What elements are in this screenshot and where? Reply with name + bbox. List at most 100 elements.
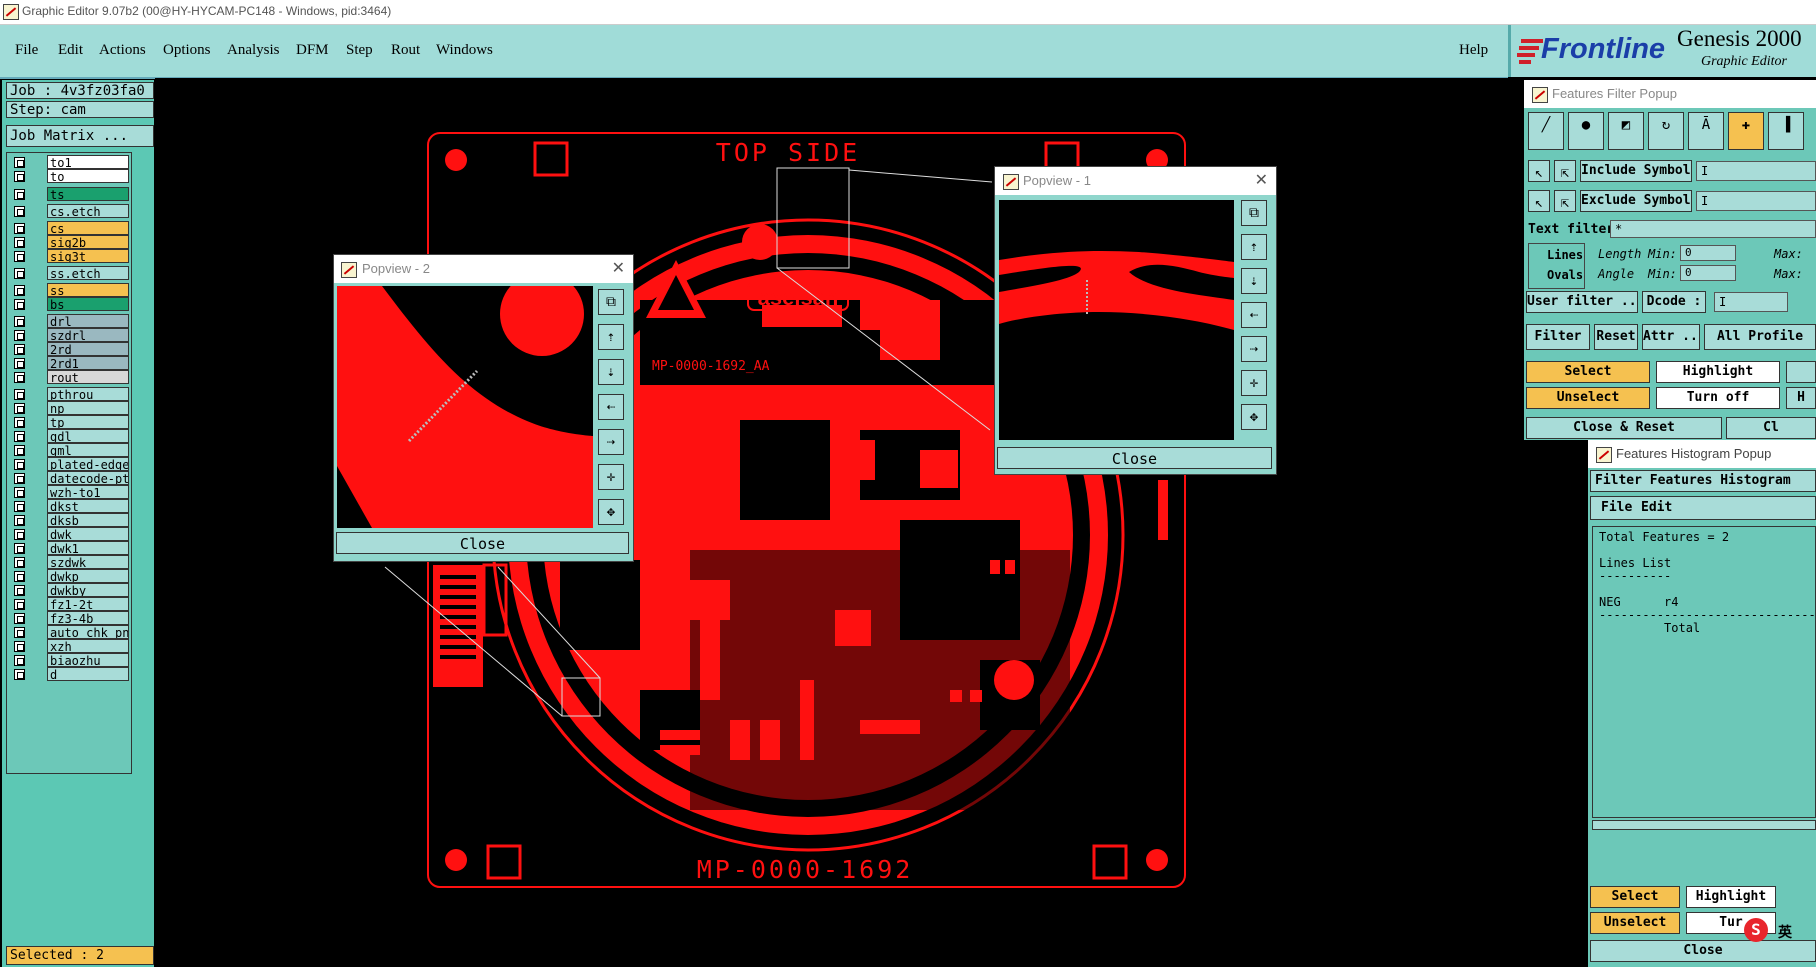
menu-edit[interactable]: Edit (58, 42, 83, 59)
layer-row[interactable]: cs.etch (9, 204, 129, 219)
zoom-out-icon[interactable]: ✥ (1241, 404, 1267, 430)
menu-file[interactable]: File (15, 42, 38, 59)
zoom-out-icon[interactable]: ✥ (598, 499, 624, 525)
zoom-fit-icon[interactable]: ⧉ (598, 289, 624, 315)
unselect-button[interactable]: Unselect (1526, 387, 1650, 409)
layer-name[interactable]: drl (47, 314, 129, 328)
layer-checkbox[interactable] (14, 557, 25, 568)
layer-checkbox[interactable] (14, 206, 25, 217)
layer-name[interactable]: dwk1 (47, 541, 129, 555)
turn-off-button[interactable]: Turn off (1656, 387, 1780, 409)
lines-checkbox-label[interactable]: Lines (1547, 248, 1583, 262)
histogram-menu-edit[interactable]: Edit (1641, 500, 1672, 515)
layer-name[interactable]: szdrl (47, 328, 129, 342)
layer-name[interactable]: rout (47, 370, 129, 384)
highlight-button[interactable]: Highlight (1656, 361, 1780, 383)
extra-tool-icon[interactable]: ▐ (1768, 112, 1804, 150)
surface-tool-icon[interactable]: ◩ (1608, 112, 1644, 150)
layer-checkbox[interactable] (14, 299, 25, 310)
layer-row[interactable]: to1 (9, 155, 129, 170)
zoom-in-icon[interactable]: ✛ (1241, 370, 1267, 396)
popview-2-canvas[interactable] (337, 286, 593, 528)
layer-checkbox[interactable] (14, 389, 25, 400)
pan-up-icon[interactable]: ⇡ (1241, 234, 1267, 260)
layer-row[interactable]: gml (9, 443, 129, 458)
layer-name[interactable]: biaozhu (47, 653, 129, 667)
layer-name[interactable]: fz3-4b (47, 611, 129, 625)
layer-checkbox[interactable] (14, 431, 25, 442)
layer-checkbox[interactable] (14, 223, 25, 234)
include-cursor-icon[interactable]: ⇱ (1554, 160, 1576, 182)
menu-dfm[interactable]: DFM (296, 42, 329, 59)
layer-checkbox[interactable] (14, 157, 25, 168)
layer-name[interactable]: datecode-pt (47, 471, 129, 485)
exclude-symbols-field[interactable]: I (1696, 191, 1816, 211)
layer-checkbox[interactable] (14, 445, 25, 456)
layer-row[interactable]: dwk (9, 527, 129, 542)
layer-row[interactable]: rout (9, 370, 129, 385)
menu-actions[interactable]: Actions (99, 42, 146, 59)
layer-checkbox[interactable] (14, 599, 25, 610)
layer-row[interactable]: fz3-4b (9, 611, 129, 626)
layer-name[interactable]: dkst (47, 499, 129, 513)
layer-checkbox[interactable] (14, 251, 25, 262)
layer-name[interactable]: szdwk (47, 555, 129, 569)
histogram-menu-file[interactable]: File (1601, 500, 1632, 515)
layer-name[interactable]: plated-edge (47, 457, 129, 471)
close-reset-button[interactable]: Close & Reset (1526, 417, 1722, 439)
length-label[interactable]: Length (1598, 247, 1641, 261)
layer-row[interactable]: 2rd (9, 342, 129, 357)
layer-checkbox[interactable] (14, 655, 25, 666)
layer-row[interactable]: dkst (9, 499, 129, 514)
layer-row[interactable]: biaozhu (9, 653, 129, 668)
layer-checkbox[interactable] (14, 473, 25, 484)
arc-tool-icon[interactable]: ↻ (1648, 112, 1684, 150)
layer-checkbox[interactable] (14, 501, 25, 512)
layer-name[interactable]: ts (47, 187, 129, 201)
layer-name[interactable]: auto_chk_pn (47, 625, 129, 639)
menu-rout[interactable]: Rout (391, 42, 420, 59)
menu-analysis[interactable]: Analysis (227, 42, 280, 59)
layer-checkbox[interactable] (14, 171, 25, 182)
ime-logo-icon[interactable]: S (1744, 918, 1768, 942)
layer-row[interactable]: dksb (9, 513, 129, 528)
layer-checkbox[interactable] (14, 585, 25, 596)
histogram-select-button[interactable]: Select (1590, 886, 1680, 908)
text-filter-field[interactable]: * (1610, 220, 1816, 238)
layer-checkbox[interactable] (14, 330, 25, 341)
layer-checkbox[interactable] (14, 515, 25, 526)
length-min-field[interactable]: 0 (1680, 245, 1736, 261)
layer-checkbox[interactable] (14, 316, 25, 327)
layer-row[interactable]: cs (9, 221, 129, 236)
layer-row[interactable]: plated-edge (9, 457, 129, 472)
layer-name[interactable]: fz1-2t (47, 597, 129, 611)
layer-name[interactable]: ss.etch (47, 266, 129, 280)
ime-language[interactable]: 英 (1778, 922, 1792, 942)
layer-name[interactable]: cs.etch (47, 204, 129, 218)
ovals-checkbox-label[interactable]: Ovals (1547, 268, 1583, 282)
layer-name[interactable]: ss (47, 283, 129, 297)
layer-name[interactable]: to (47, 169, 129, 183)
layer-row[interactable]: ss (9, 283, 129, 298)
layer-name[interactable]: dksb (47, 513, 129, 527)
layer-row[interactable]: d (9, 667, 129, 682)
layer-row[interactable]: datecode-pt (9, 471, 129, 486)
zoom-fit-icon[interactable]: ⧉ (1241, 200, 1267, 226)
include-symbols-field[interactable]: I (1696, 161, 1816, 181)
layer-name[interactable]: 2rd (47, 342, 129, 356)
layer-checkbox[interactable] (14, 487, 25, 498)
pad-tool-icon[interactable]: ● (1568, 112, 1604, 150)
angle-label[interactable]: Angle (1598, 267, 1634, 281)
line-tool-icon[interactable]: ╱ (1528, 112, 1564, 150)
layer-row[interactable]: fz1-2t (9, 597, 129, 612)
layer-checkbox[interactable] (14, 627, 25, 638)
layer-name[interactable]: pthrou (47, 387, 129, 401)
layer-row[interactable]: to (9, 169, 129, 184)
layer-row[interactable]: sig2b (9, 235, 129, 250)
all-profile-dropdown[interactable]: All Profile (1704, 324, 1816, 350)
user-filter-button[interactable]: User filter ... (1526, 291, 1638, 313)
pan-left-icon[interactable]: ⇠ (598, 394, 624, 420)
layer-row[interactable]: dwkby (9, 583, 129, 598)
histogram-highlight-button[interactable]: Highlight (1686, 886, 1776, 908)
layer-name[interactable]: 2rd1 (47, 356, 129, 370)
